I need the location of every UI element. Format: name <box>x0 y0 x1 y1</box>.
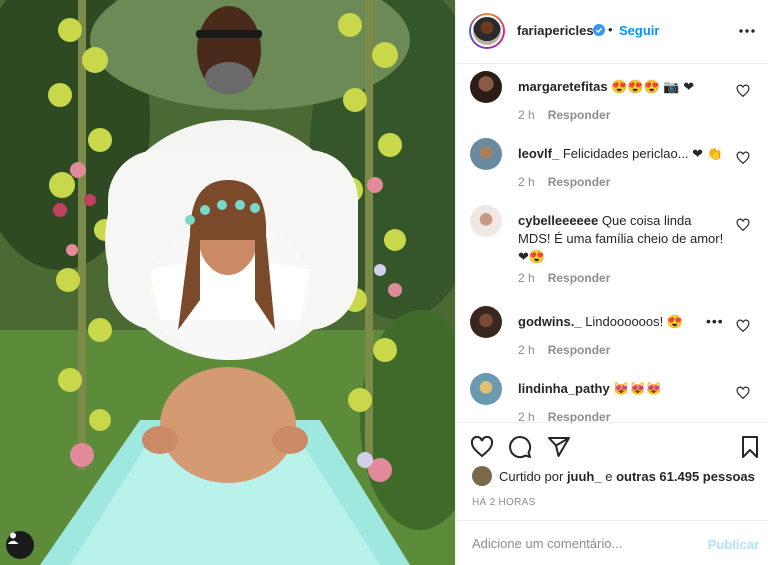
tagged-users-button[interactable] <box>6 531 34 559</box>
reply-button[interactable]: Responder <box>548 175 611 189</box>
comment-age[interactable]: 2 h <box>518 343 535 357</box>
commenter-avatar[interactable] <box>470 71 502 103</box>
header-separator: • <box>608 22 613 37</box>
author-avatar[interactable] <box>469 13 505 49</box>
commenter-username[interactable]: godwins._ <box>518 314 582 329</box>
reply-button[interactable]: Responder <box>548 108 611 122</box>
publish-button[interactable]: Publicar <box>708 537 759 552</box>
post-side-panel: fariapericles • Seguir margaretefitas 😍😍… <box>455 0 768 565</box>
commenter-avatar[interactable] <box>470 373 502 405</box>
post-header: fariapericles • Seguir <box>456 0 768 64</box>
commenter-username[interactable]: lindinha_pathy <box>518 381 610 396</box>
likes-middle: e <box>605 469 613 484</box>
share-icon[interactable] <box>547 435 571 459</box>
likes-prefix: Curtido por <box>499 469 564 484</box>
heart-icon[interactable] <box>736 151 750 165</box>
commenter-avatar[interactable] <box>470 205 502 237</box>
author-username[interactable]: fariapericles <box>517 23 594 38</box>
comment-text: leovlf_ Felicidades periclao... ❤ 👏 <box>518 145 726 163</box>
comment-meta: 2 h Responder <box>518 343 623 357</box>
comment-body: 😍😍😍 📷 ❤ <box>611 79 695 94</box>
more-options-icon[interactable] <box>737 21 757 41</box>
like-heart-icon[interactable] <box>470 435 494 459</box>
comment-age[interactable]: 2 h <box>518 271 535 285</box>
comments-list[interactable]: margaretefitas 😍😍😍 📷 ❤ 2 h Responder leov… <box>456 65 768 430</box>
post-timestamp[interactable]: HÁ 2 HORAS <box>472 497 536 508</box>
follow-button[interactable]: Seguir <box>619 23 659 38</box>
comment-age[interactable]: 2 h <box>518 108 535 122</box>
likes-summary[interactable]: Curtido por juuh_ e outras 61.495 pessoa… <box>472 466 762 488</box>
photo-illustration <box>0 0 455 565</box>
bookmark-icon[interactable] <box>738 435 762 459</box>
add-comment-bar: Publicar <box>456 520 768 565</box>
liker-username[interactable]: juuh_ <box>567 469 602 484</box>
commenter-avatar[interactable] <box>470 306 502 338</box>
commenter-username[interactable]: leovlf_ <box>518 146 559 161</box>
post-photo[interactable] <box>0 0 455 565</box>
reply-button[interactable]: Responder <box>548 343 611 357</box>
verified-icon <box>593 24 605 36</box>
comment-meta: 2 h Responder <box>518 108 623 122</box>
comment-input[interactable] <box>472 533 692 553</box>
comment-body: 😻😻😻 <box>613 381 662 396</box>
heart-icon[interactable] <box>736 386 750 400</box>
comment-icon[interactable] <box>508 435 532 459</box>
likes-count-link[interactable]: outras 61.495 pessoas <box>616 469 755 484</box>
likes-text: Curtido por juuh_ e outras 61.495 pessoa… <box>499 469 755 484</box>
comment-options-button[interactable]: ••• <box>706 313 724 329</box>
comment-meta: 2 h Responder <box>518 271 623 285</box>
heart-icon[interactable] <box>736 218 750 232</box>
comment-text: cybelleeeeee Que coisa linda MDS! É uma … <box>518 212 726 266</box>
comment-meta: 2 h Responder <box>518 175 623 189</box>
liker-avatar[interactable] <box>472 466 492 486</box>
reply-button[interactable]: Responder <box>548 271 611 285</box>
user-tag-icon <box>7 532 19 544</box>
comment-body: Felicidades periclao... ❤ 👏 <box>562 146 723 161</box>
comment-body: Lindoooooos! 😍 <box>585 314 684 329</box>
comment-text: godwins._ Lindoooooos! 😍 <box>518 313 726 331</box>
comment-text: margaretefitas 😍😍😍 📷 ❤ <box>518 78 726 96</box>
comment-text: lindinha_pathy 😻😻😻 <box>518 380 726 398</box>
commenter-username[interactable]: cybelleeeeee <box>518 213 598 228</box>
heart-icon[interactable] <box>736 319 750 333</box>
comment-age[interactable]: 2 h <box>518 175 535 189</box>
commenter-avatar[interactable] <box>470 138 502 170</box>
heart-icon[interactable] <box>736 84 750 98</box>
commenter-username[interactable]: margaretefitas <box>518 79 608 94</box>
